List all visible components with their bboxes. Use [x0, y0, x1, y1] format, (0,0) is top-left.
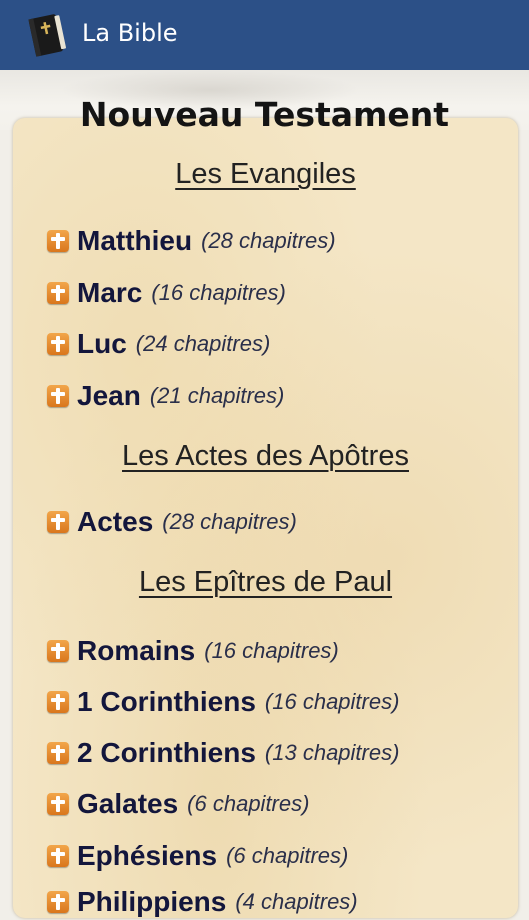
book-item-actes[interactable]: Actes (28 chapitres)	[47, 504, 297, 540]
expand-plus-icon[interactable]	[47, 891, 69, 913]
book-item-galates[interactable]: Galates (6 chapitres)	[47, 786, 309, 822]
book-name: Marc	[77, 277, 143, 308]
page-title: Nouveau Testament	[79, 95, 450, 134]
app-title: La Bible	[82, 19, 178, 47]
chapter-count: (6 chapitres)	[226, 843, 349, 868]
chapter-count: (28 chapitres)	[201, 228, 336, 253]
book-item-luc[interactable]: Luc (24 chapitres)	[47, 326, 270, 362]
chapter-count: (24 chapitres)	[135, 331, 271, 356]
expand-plus-icon[interactable]	[47, 333, 69, 355]
section-heading-evangiles: Les Evangiles	[175, 158, 356, 190]
section-heading-epitres-paul: Les Epîtres de Paul	[138, 566, 393, 598]
expand-plus-icon[interactable]	[47, 640, 69, 662]
book-item-marc[interactable]: Marc (16 chapitres)	[47, 275, 286, 311]
chapter-count: (21 chapitres)	[149, 383, 285, 408]
book-name: Luc	[77, 328, 127, 359]
book-item-2-corinthiens[interactable]: 2 Corinthiens (13 chapitres)	[47, 735, 399, 771]
expand-plus-icon[interactable]	[47, 845, 69, 867]
book-item-philippiens[interactable]: Philippiens (4 chapitres)	[47, 884, 358, 920]
chapter-count: (16 chapitres)	[264, 689, 400, 714]
chapter-count: (16 chapitres)	[204, 638, 339, 663]
expand-plus-icon[interactable]	[47, 793, 69, 815]
chapter-count: (16 chapitres)	[151, 280, 286, 305]
action-bar: La Bible	[0, 0, 529, 70]
book-name: Romains	[77, 635, 196, 666]
chapter-count: (4 chapitres)	[235, 889, 358, 914]
book-name: Matthieu	[77, 225, 193, 256]
expand-plus-icon[interactable]	[47, 230, 69, 252]
book-name: 1 Corinthiens	[77, 686, 256, 717]
bible-book-icon[interactable]	[22, 10, 72, 60]
expand-plus-icon[interactable]	[47, 691, 69, 713]
expand-plus-icon[interactable]	[47, 385, 69, 407]
book-name: Philippiens	[77, 886, 227, 917]
chapter-count: (13 chapitres)	[264, 740, 400, 765]
book-item-1-corinthiens[interactable]: 1 Corinthiens (16 chapitres)	[47, 684, 399, 720]
book-name: Actes	[77, 506, 154, 537]
expand-plus-icon[interactable]	[47, 742, 69, 764]
chapter-count: (28 chapitres)	[162, 509, 297, 534]
section-heading-actes: Les Actes des Apôtres	[122, 440, 409, 472]
expand-plus-icon[interactable]	[47, 511, 69, 533]
book-item-matthieu[interactable]: Matthieu (28 chapitres)	[47, 223, 336, 259]
book-item-ephesiens[interactable]: Ephésiens (6 chapitres)	[47, 838, 348, 874]
book-name: Ephésiens	[77, 840, 218, 871]
chapter-count: (6 chapitres)	[187, 791, 310, 816]
book-name: Galates	[77, 788, 179, 819]
book-name: Jean	[77, 380, 141, 411]
expand-plus-icon[interactable]	[47, 282, 69, 304]
book-name: 2 Corinthiens	[77, 737, 256, 768]
book-item-romains[interactable]: Romains (16 chapitres)	[47, 633, 339, 669]
book-item-jean[interactable]: Jean (21 chapitres)	[47, 378, 284, 414]
